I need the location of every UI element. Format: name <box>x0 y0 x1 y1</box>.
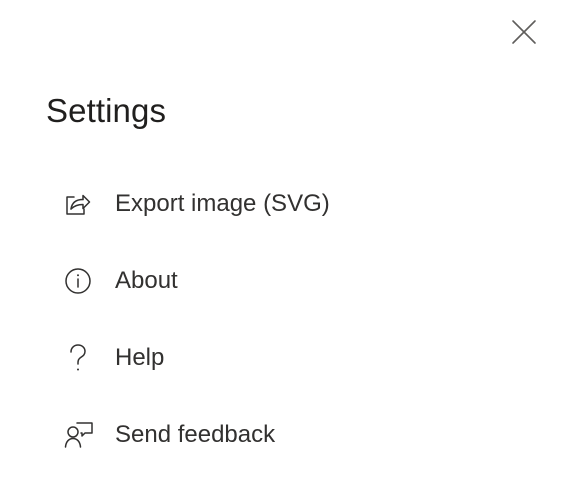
question-mark-icon <box>52 342 104 374</box>
person-feedback-icon <box>52 419 104 451</box>
close-button[interactable] <box>508 16 540 48</box>
close-icon <box>511 19 537 45</box>
info-icon <box>52 265 104 297</box>
menu-item-help[interactable]: Help <box>52 319 532 396</box>
menu-item-label: Send feedback <box>115 420 276 448</box>
menu-item-label: About <box>115 266 178 294</box>
menu-item-label: Help <box>115 343 165 371</box>
menu-item-export-image[interactable]: Export image (SVG) <box>52 165 532 242</box>
settings-menu: Export image (SVG) About Help Send feedb… <box>52 165 532 473</box>
panel-title: Settings <box>46 92 167 129</box>
menu-item-about[interactable]: About <box>52 242 532 319</box>
settings-panel: Settings Export image (SVG) About Help S… <box>0 0 567 493</box>
menu-item-send-feedback[interactable]: Send feedback <box>52 396 532 473</box>
menu-item-label: Export image (SVG) <box>115 189 330 217</box>
share-export-icon <box>52 188 104 220</box>
